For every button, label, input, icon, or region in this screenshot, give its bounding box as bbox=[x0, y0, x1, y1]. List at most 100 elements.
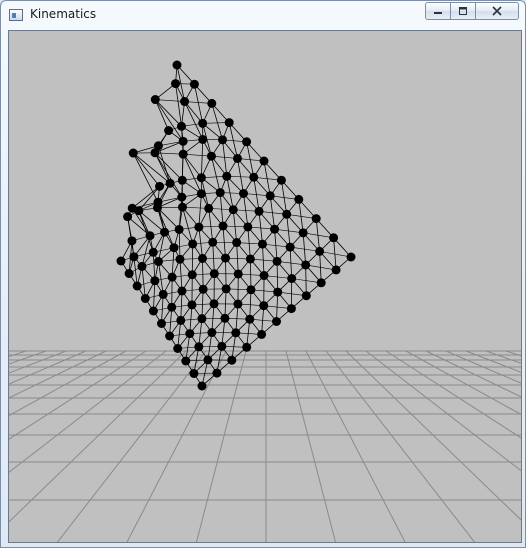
mesh-node[interactable] bbox=[254, 206, 264, 216]
mesh-node[interactable] bbox=[196, 189, 206, 199]
mesh-node[interactable] bbox=[181, 356, 191, 366]
mesh-node[interactable] bbox=[127, 236, 137, 246]
mesh-node[interactable] bbox=[270, 224, 280, 234]
mesh-node[interactable] bbox=[134, 206, 144, 216]
mesh-node[interactable] bbox=[316, 278, 326, 288]
mesh-node[interactable] bbox=[208, 237, 218, 247]
mesh-node[interactable] bbox=[206, 151, 216, 161]
mesh-node[interactable] bbox=[203, 355, 213, 365]
mesh-node[interactable] bbox=[198, 254, 207, 263]
mesh-node[interactable] bbox=[124, 269, 134, 278]
mesh-node[interactable] bbox=[116, 256, 126, 266]
mesh-node[interactable] bbox=[198, 118, 208, 128]
mesh-node[interactable] bbox=[197, 314, 207, 324]
mesh-node[interactable] bbox=[232, 238, 242, 248]
mesh-node[interactable] bbox=[218, 221, 228, 231]
title-bar[interactable]: Kinematics bbox=[1, 1, 525, 29]
mesh-node[interactable] bbox=[169, 243, 179, 253]
mesh-node[interactable] bbox=[176, 315, 186, 325]
mesh-node[interactable] bbox=[215, 188, 225, 198]
mesh-node[interactable] bbox=[273, 287, 283, 297]
mesh-node[interactable] bbox=[165, 331, 175, 341]
mesh-node[interactable] bbox=[123, 212, 133, 222]
mesh-node[interactable] bbox=[180, 97, 190, 107]
mesh-node[interactable] bbox=[257, 329, 267, 339]
mesh-node[interactable] bbox=[272, 317, 281, 326]
mesh-node[interactable] bbox=[282, 209, 292, 219]
mesh-node[interactable] bbox=[259, 301, 269, 311]
mesh-node[interactable] bbox=[286, 304, 296, 314]
mesh-node[interactable] bbox=[233, 269, 243, 279]
mesh-node[interactable] bbox=[301, 260, 311, 270]
mesh-node[interactable] bbox=[329, 233, 339, 243]
mesh-node[interactable] bbox=[167, 302, 177, 312]
mesh-node[interactable] bbox=[246, 285, 256, 295]
mesh-node[interactable] bbox=[176, 121, 186, 131]
mesh-node[interactable] bbox=[148, 306, 158, 316]
mesh-node[interactable] bbox=[171, 79, 181, 89]
mesh-node[interactable] bbox=[160, 227, 170, 237]
mesh-node[interactable] bbox=[157, 319, 166, 328]
mesh-node[interactable] bbox=[167, 272, 177, 282]
mesh-node[interactable] bbox=[346, 252, 356, 262]
mesh-node[interactable] bbox=[178, 136, 188, 146]
mesh-node[interactable] bbox=[242, 137, 252, 147]
mesh-node[interactable] bbox=[132, 281, 142, 291]
mesh-node[interactable] bbox=[301, 291, 311, 301]
mesh-node[interactable] bbox=[174, 224, 184, 234]
mesh-node[interactable] bbox=[212, 368, 222, 378]
mesh-node[interactable] bbox=[259, 156, 269, 166]
mesh-node[interactable] bbox=[158, 289, 168, 299]
mesh-node[interactable] bbox=[150, 148, 160, 158]
mesh-node[interactable] bbox=[178, 149, 188, 159]
mesh-node[interactable] bbox=[189, 79, 199, 89]
mesh-node[interactable] bbox=[294, 194, 304, 204]
mesh-node[interactable] bbox=[209, 299, 219, 309]
mesh-node[interactable] bbox=[207, 98, 217, 108]
mesh-node[interactable] bbox=[209, 269, 219, 279]
mesh-node[interactable] bbox=[231, 328, 241, 338]
mesh-node[interactable] bbox=[177, 192, 187, 202]
mesh-node[interactable] bbox=[221, 284, 231, 294]
mesh-node[interactable] bbox=[165, 178, 175, 188]
mesh-node[interactable] bbox=[188, 239, 198, 249]
mesh-node[interactable] bbox=[187, 300, 197, 310]
render-viewport[interactable] bbox=[8, 30, 522, 543]
mesh-node[interactable] bbox=[245, 254, 255, 264]
mesh-node[interactable] bbox=[220, 313, 230, 323]
mesh-node[interactable] bbox=[242, 342, 252, 352]
mesh-node[interactable] bbox=[243, 222, 253, 232]
mesh-node[interactable] bbox=[196, 173, 206, 183]
mesh-node[interactable] bbox=[287, 274, 297, 284]
mesh-node[interactable] bbox=[177, 202, 187, 212]
mesh-node[interactable] bbox=[233, 299, 243, 309]
mesh-node[interactable] bbox=[189, 369, 199, 378]
mesh-node[interactable] bbox=[331, 265, 341, 275]
maximize-button[interactable] bbox=[450, 2, 476, 20]
mesh-node[interactable] bbox=[129, 252, 139, 262]
mesh-node[interactable] bbox=[153, 257, 163, 267]
mesh-node[interactable] bbox=[207, 328, 217, 338]
mesh-node[interactable] bbox=[185, 329, 195, 339]
mesh-node[interactable] bbox=[198, 284, 208, 294]
mesh-node[interactable] bbox=[249, 172, 259, 182]
mesh-node[interactable] bbox=[276, 175, 286, 185]
mesh-node[interactable] bbox=[164, 126, 174, 136]
mesh-node[interactable] bbox=[259, 271, 269, 281]
mesh-node[interactable] bbox=[150, 95, 160, 105]
mesh-node[interactable] bbox=[315, 246, 325, 256]
mesh-node[interactable] bbox=[173, 344, 183, 353]
mesh-node[interactable] bbox=[224, 118, 234, 128]
mesh-node[interactable] bbox=[145, 231, 155, 241]
mesh-node[interactable] bbox=[194, 342, 204, 352]
mesh-node[interactable] bbox=[148, 247, 158, 257]
mesh-node[interactable] bbox=[152, 203, 162, 213]
mesh-node[interactable] bbox=[227, 355, 237, 365]
mesh-node[interactable] bbox=[228, 205, 238, 215]
mesh-node[interactable] bbox=[221, 253, 230, 263]
mesh-node[interactable] bbox=[217, 341, 227, 351]
mesh-node[interactable] bbox=[232, 153, 242, 163]
mesh-node[interactable] bbox=[137, 261, 147, 271]
mesh-node[interactable] bbox=[197, 381, 207, 391]
mesh-node[interactable] bbox=[285, 242, 295, 252]
